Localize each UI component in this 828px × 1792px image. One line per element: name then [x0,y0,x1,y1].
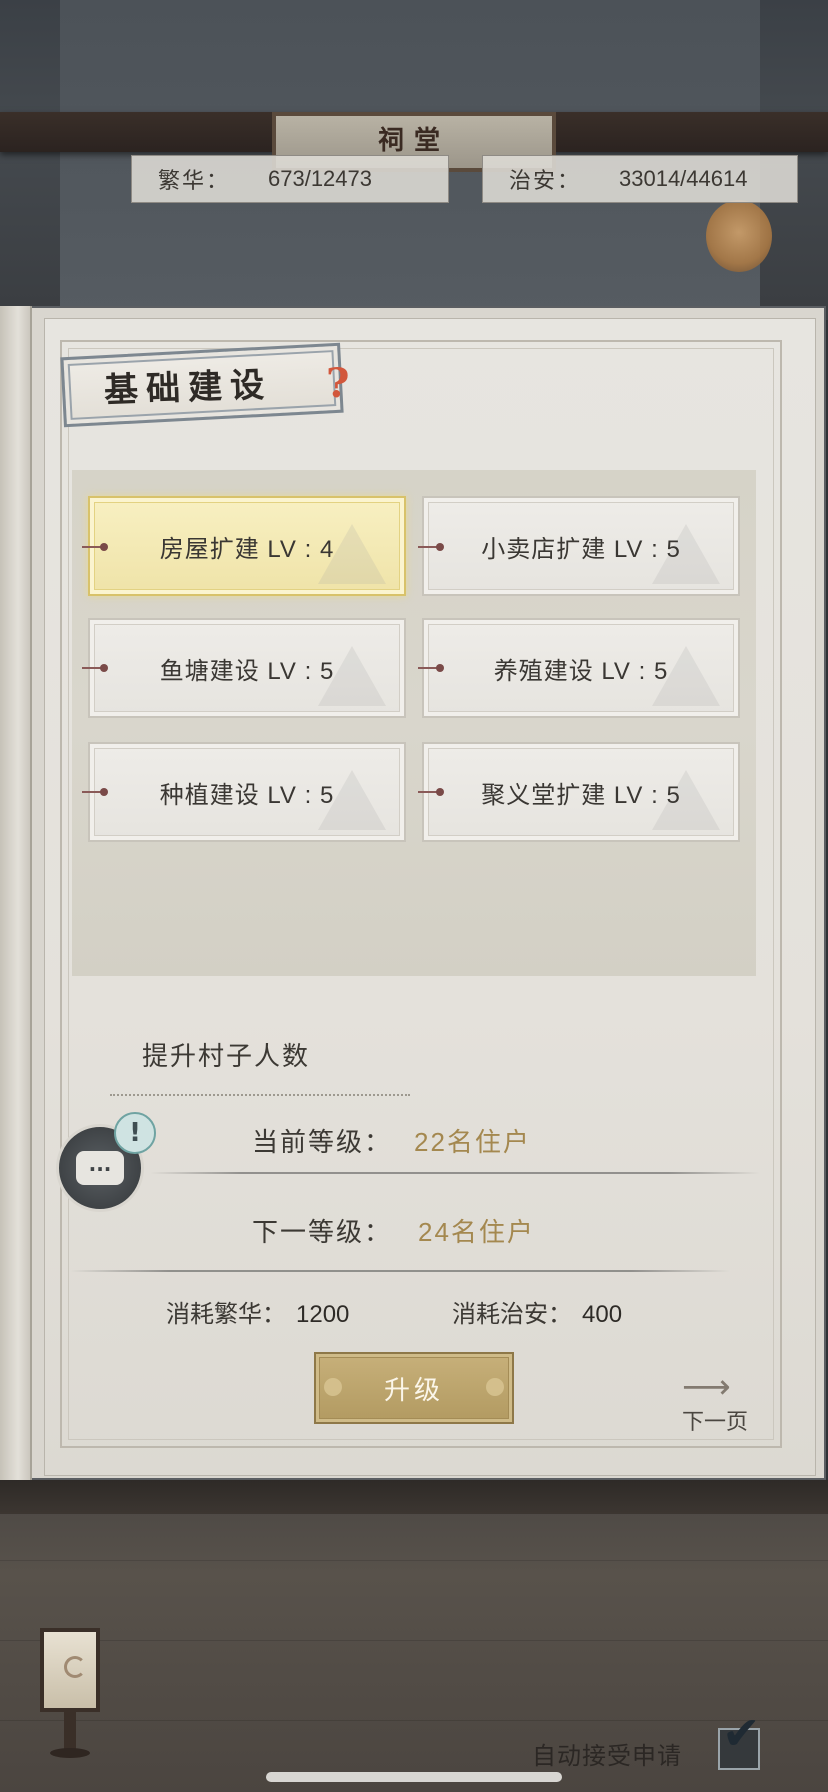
security-stat: 治安： 33014/44614 [482,155,798,203]
lantern-icon [706,200,772,272]
auto-accept-label: 自动接受申请 [532,1743,682,1770]
building-label: 养殖建设 LV : 5 [493,657,669,685]
building-label: 房屋扩建 LV : 4 [159,535,335,563]
card-pin [418,543,444,551]
security-label: 治安： [509,168,582,193]
moon-icon [64,1656,86,1678]
cost-security-value: 400 [582,1301,623,1328]
floor-ledge [0,1480,828,1514]
next-level-value: 24名住户 [418,1217,535,1247]
card-pin [82,664,108,672]
panel-title: 基础建设 [103,365,273,411]
floor-background [0,1480,828,1792]
lamp-stand [64,1712,76,1752]
prosperity-stat: 繁华： 673/12473 [131,155,449,203]
prosperity-label: 繁华： [158,168,231,193]
floor-line [0,1720,828,1721]
cost-prosperity-label: 消耗繁华： [166,1301,286,1328]
building-card-fishpond[interactable]: 鱼塘建设 LV : 5 [88,618,406,718]
cost-security: 消耗治安： 400 [452,1294,622,1329]
row-divider [70,1270,730,1272]
upgrade-button-label: 升级 [383,1374,444,1405]
prosperity-value: 673/12473 [268,166,372,191]
flower-decoration [324,1378,342,1396]
next-page-button[interactable]: 下一页 [682,1404,748,1436]
card-pin [418,788,444,796]
next-level-label: 下一等级： [252,1217,393,1247]
card-pin [82,788,108,796]
flower-decoration [486,1378,504,1396]
row-divider [150,1172,760,1174]
current-level-value: 22名住户 [414,1127,531,1157]
floor-line [0,1640,828,1641]
section-divider [110,1094,410,1096]
building-label: 聚义堂扩建 LV : 5 [481,781,681,809]
upgrade-button[interactable]: 升级 [314,1352,514,1424]
building-card-housing[interactable]: 房屋扩建 LV : 4 [88,496,406,596]
home-indicator[interactable] [266,1772,562,1782]
card-pin [82,543,108,551]
cost-security-label: 消耗治安： [452,1301,572,1328]
alert-icon[interactable]: ! [114,1112,156,1154]
building-label: 种植建设 LV : 5 [159,781,335,809]
security-value: 33014/44614 [619,166,748,191]
help-icon[interactable]: ? [326,362,352,406]
building-card-breeding[interactable]: 养殖建设 LV : 5 [422,618,740,718]
building-label: 鱼塘建设 LV : 5 [159,657,335,685]
card-pin [418,664,444,672]
current-level-label: 当前等级： [252,1127,393,1157]
section-title: 提升村子人数 [142,1041,311,1071]
lamp-base [50,1748,90,1758]
book-spine [0,306,32,1480]
building-card-hall[interactable]: 聚义堂扩建 LV : 5 [422,742,740,842]
cost-prosperity-value: 1200 [296,1301,350,1328]
cost-prosperity: 消耗繁华： 1200 [166,1294,349,1329]
building-label: 小卖店扩建 LV : 5 [481,535,681,563]
floor-line [0,1560,828,1561]
check-icon: ✔ [722,1706,761,1760]
building-card-planting[interactable]: 种植建设 LV : 5 [88,742,406,842]
building-card-shop[interactable]: 小卖店扩建 LV : 5 [422,496,740,596]
chat-icon: ... [76,1151,124,1185]
next-arrow-icon[interactable]: ⟶ [682,1370,752,1404]
